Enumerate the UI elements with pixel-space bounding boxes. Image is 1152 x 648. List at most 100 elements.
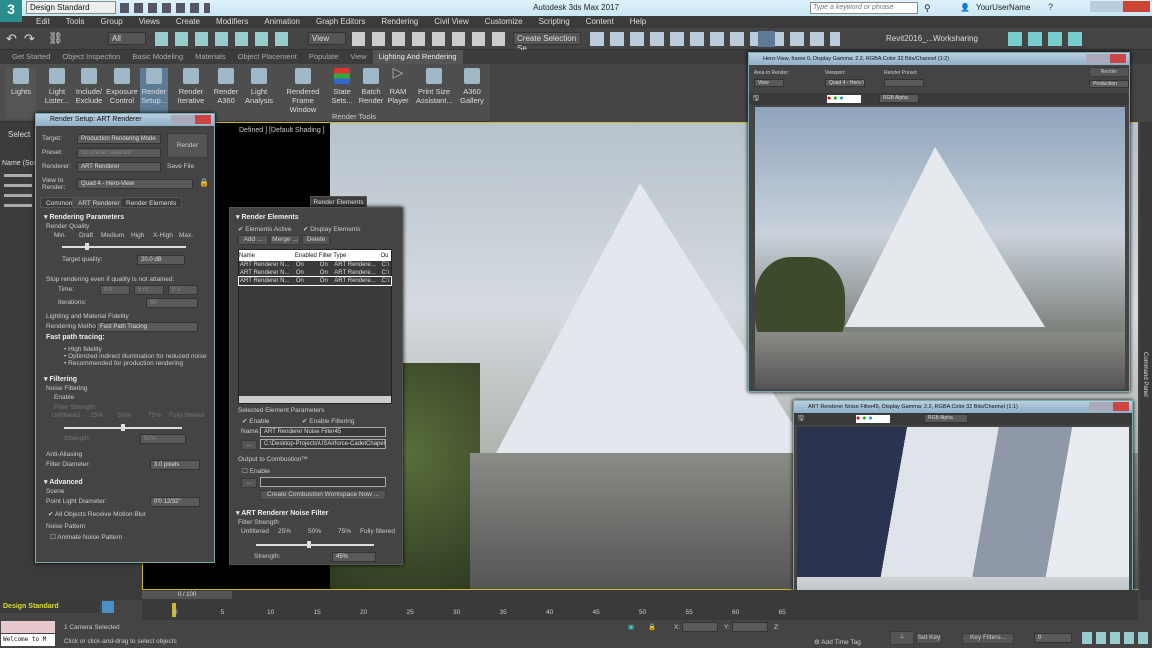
lock-selection-icon[interactable]: 🔒 [648,623,656,631]
slider-thumb[interactable] [85,243,89,250]
a360-gallery-button[interactable]: A360 Gallery [458,68,486,105]
table-row[interactable]: ART Renderer N... On On ART Rendere... C:\ [239,269,391,277]
point-light-spinner[interactable]: 0'0 12/32" [150,497,200,507]
slider-thumb[interactable] [121,424,125,431]
isolate-icon[interactable]: ▣ [628,623,634,631]
rendering-parameters-header[interactable]: ▾ Rendering Parameters [44,213,124,221]
print-size-assistant-button[interactable]: Print Size Assistant... [416,68,453,105]
viewport-dropdown[interactable]: Quad 4 - Hero-Vie [825,79,865,87]
menu-rendering[interactable]: Rendering [373,16,426,28]
scene-tools[interactable] [590,32,840,46]
combustion-path-input[interactable] [260,477,386,487]
horizontal-scrollbar[interactable] [239,396,391,403]
combustion-browse-button[interactable]: ... [241,478,257,488]
key-filters-button[interactable]: Key Filters... [962,633,1014,644]
render-mode-dropdown[interactable]: Production [1089,80,1129,88]
navigation-controls[interactable] [1082,632,1150,644]
redo-icon[interactable]: ↷ [24,31,35,47]
column-header[interactable]: Name [239,250,295,261]
enable-checkbox[interactable]: ✔ Enable [242,417,270,425]
iterations-spinner[interactable]: 50 [146,298,198,308]
window-controls[interactable] [1089,402,1129,411]
filter-diameter-spinner[interactable]: 3.0 pixels [150,460,200,470]
filtering-header[interactable]: ▾ Filtering [44,375,77,383]
render-iterative-button[interactable]: Render Iterative [174,68,208,105]
channel-toggles[interactable]: ● ● ● [827,95,861,103]
view-to-render-dropdown[interactable]: Quad 4 - Hero-View [77,179,193,189]
maxscript-input[interactable]: Welcome to M [1,634,55,646]
state-sets-button[interactable]: State Sets... [330,68,354,105]
project-dropdown[interactable]: Revit2016_...Worksharing [882,32,1002,45]
help-icon[interactable]: ? [1048,2,1053,12]
time-hours[interactable]: 0 h [100,285,130,295]
time-checkbox[interactable]: Time: [58,286,74,293]
column-header[interactable]: Type [333,250,380,261]
create-combustion-button[interactable]: Create Combustion Workspace Now ... [260,490,386,500]
render-setup-toolbar-button[interactable] [758,31,775,47]
name-column-header[interactable]: Name (Sort [2,160,38,167]
viewport-label[interactable]: Defined ] [Default Shading ] [239,127,325,134]
tab-object-inspection[interactable]: Object Inspection [56,50,126,64]
maxscript-listener[interactable] [1,621,55,633]
column-header[interactable]: Enabled [295,250,319,261]
table-row[interactable]: ART Renderer N... On On ART Rendere... C:\ [239,261,391,269]
rendering-method-dropdown[interactable]: Fast Path Tracing [96,322,198,332]
filter-strength-slider[interactable] [64,424,182,431]
add-button[interactable]: Add ... [238,235,268,245]
tab-materials[interactable]: Materials [189,50,231,64]
strength-spinner[interactable]: 45% [332,552,376,562]
rendered-frame-window-button[interactable]: Rendered Frame Window [278,68,328,114]
current-frame-spinner[interactable]: 0 [1034,633,1072,643]
include-exclude-button[interactable]: Include/ Exclude [74,68,104,105]
tab-art-renderer[interactable]: ART Renderer [72,197,126,208]
y-coordinate[interactable] [732,622,768,632]
search-input[interactable]: Type a keyword or phrase [810,2,918,14]
light-analysis-button[interactable]: Light Analysis [244,68,274,105]
app-logo[interactable]: 3 [0,0,22,22]
menu-content[interactable]: Content [578,16,622,28]
frame-render-button[interactable]: Render [1089,67,1129,77]
time-slider-thumb[interactable]: 0 / 100 [142,591,232,599]
tab-get-started[interactable]: Get Started [6,50,56,64]
tab-lighting-and-rendering[interactable]: Lighting And Rendering [372,50,463,64]
ram-player-button[interactable]: ▷ RAM Player [386,65,410,105]
enable-filtering-checkbox[interactable]: ✔ Enable Filtering [302,417,354,425]
reference-coordinate-dropdown[interactable]: View [308,32,346,45]
area-to-render-dropdown[interactable]: View [754,79,784,87]
select-label[interactable]: Select [8,130,30,139]
render-elements-header[interactable]: ▾ Render Elements [236,213,299,221]
time-tag-icon[interactable]: ⚙ Add Time Tag [814,638,861,646]
merge-button[interactable]: Merge ... [270,235,300,245]
named-selection-dropdown[interactable]: Create Selection Se [513,32,581,53]
preset-dropdown[interactable]: No preset selected [77,148,161,158]
slider-thumb[interactable] [307,541,312,548]
extra-tools[interactable] [1008,32,1083,46]
menu-graph-editors[interactable]: Graph Editors [308,16,373,28]
table-row[interactable]: ART Renderer N... On On ART Rendere... C:\ [238,276,392,286]
channel-dropdown[interactable]: RGB Alpha [879,94,919,103]
motion-blur-checkbox[interactable]: ✔ All Objects Receive Motion Blur [48,510,146,518]
strength-spinner[interactable]: 50% [140,434,186,444]
scene-tree[interactable] [4,172,32,212]
snap-tools[interactable] [352,32,507,46]
display-elements-checkbox[interactable]: ✔ Display Elements [303,225,360,233]
channel-toggles[interactable]: ● ● ● [856,415,890,423]
time-minutes[interactable]: 5 m [134,285,164,295]
track-bar[interactable]: 0 5 10 15 20 25 30 35 40 45 50 55 60 65 [142,600,1138,620]
channel-dropdown[interactable]: RGB Alpha [924,414,968,423]
menu-tools[interactable]: Tools [58,16,93,28]
menu-civil-view[interactable]: Civil View [426,16,477,28]
time-slider[interactable]: 0 / 100 [142,590,1138,600]
column-header[interactable]: Filter [319,250,333,261]
light-lister-button[interactable]: Light Lister... [42,68,72,105]
save-file-checkbox[interactable]: Save File [167,163,194,170]
enable-noise-filter-checkbox[interactable]: Enable [54,394,74,401]
undo-icon[interactable]: ↶ [6,31,17,47]
rendered-image[interactable] [755,107,1125,389]
menu-views[interactable]: Views [131,16,168,28]
time-seconds[interactable]: 0 s [168,285,198,295]
x-coordinate[interactable] [682,622,718,632]
window-controls[interactable] [171,115,211,124]
render-button[interactable]: Render [167,133,208,158]
menu-group[interactable]: Group [92,16,130,28]
